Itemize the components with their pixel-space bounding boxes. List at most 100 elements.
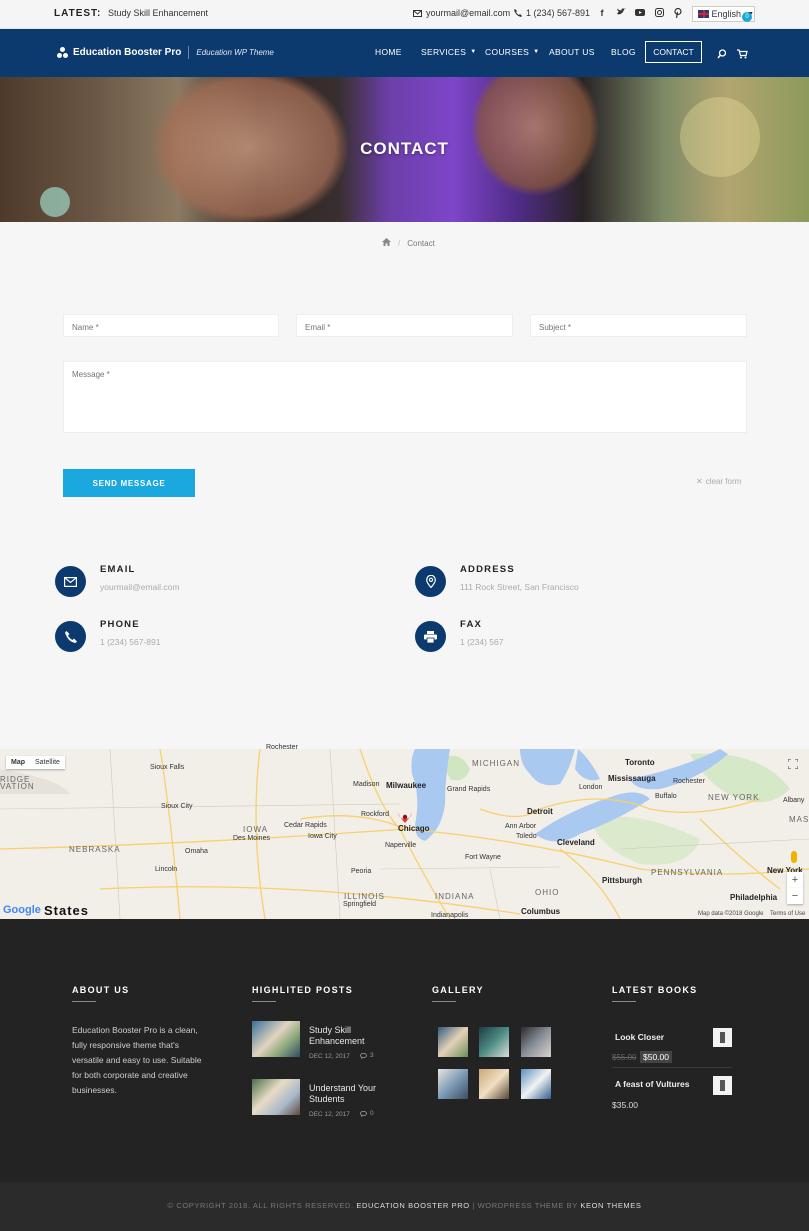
book-title-link[interactable]: Look Closer: [615, 1032, 664, 1042]
facebook-icon[interactable]: f: [597, 8, 607, 19]
footer-divider: [72, 1001, 96, 1002]
gallery-image[interactable]: [479, 1069, 509, 1099]
map-label: Madison: [353, 781, 380, 788]
email-icon: [55, 566, 86, 597]
map-label: Grand Rapids: [447, 786, 491, 793]
subject-field[interactable]: [530, 314, 747, 337]
map-label: Lincoln: [155, 866, 178, 873]
clear-form-link[interactable]: ✕ clear form: [696, 477, 741, 486]
map-label: Naperville: [385, 842, 417, 849]
message-input[interactable]: [72, 370, 738, 425]
map-label: INDIANA: [435, 892, 475, 901]
map-label: NEW YORK: [708, 793, 760, 802]
pinterest-icon[interactable]: [673, 7, 683, 19]
twitter-icon[interactable]: [616, 8, 626, 19]
post-thumbnail[interactable]: [252, 1021, 300, 1057]
nav-services-label: SERVICES: [421, 47, 467, 57]
gallery-image[interactable]: [438, 1069, 468, 1099]
gallery-image[interactable]: [438, 1027, 468, 1057]
gallery-image[interactable]: [521, 1069, 551, 1099]
site-logo[interactable]: Education Booster Pro Education WP Theme: [57, 46, 274, 59]
street-view-icon[interactable]: [791, 851, 797, 863]
send-message-button[interactable]: SEND MESSAGE: [63, 469, 195, 497]
zoom-in-button[interactable]: +: [787, 872, 803, 888]
nav-about[interactable]: ABOUT US: [549, 47, 595, 57]
brand-name: Education Booster Pro: [73, 47, 182, 58]
name-field[interactable]: [63, 314, 279, 337]
top-phone-link[interactable]: 1 (234) 567-891: [514, 8, 590, 18]
page-hero: CONTACT: [0, 77, 809, 222]
map-label: Toledo: [516, 833, 537, 840]
map-label: Columbus: [521, 907, 561, 916]
copyright-mid: | WORDPRESS THEME BY: [472, 1201, 578, 1210]
latest-label: LATEST:: [54, 8, 102, 19]
copyright-brand-link[interactable]: EDUCATION BOOSTER PRO: [356, 1201, 469, 1210]
nav-home[interactable]: HOME: [375, 47, 402, 57]
home-icon[interactable]: [382, 238, 391, 248]
subject-input[interactable]: [539, 323, 738, 332]
nav-contact[interactable]: CONTACT: [645, 41, 702, 63]
post-title-link[interactable]: Study Skill Enhancement: [309, 1025, 389, 1047]
comment-icon: [360, 1110, 367, 1117]
map-label: Rochester: [673, 778, 705, 785]
phone-title: PHONE: [100, 619, 140, 630]
map-label: VATION: [0, 782, 35, 791]
name-input[interactable]: [72, 323, 270, 332]
message-field[interactable]: [63, 361, 747, 433]
gallery-image[interactable]: [521, 1027, 551, 1057]
cart-icon[interactable]: [737, 46, 748, 64]
nav-courses[interactable]: COURSES ▼: [485, 47, 539, 57]
map-label: Springfield: [343, 901, 377, 908]
map-type-satellite-button[interactable]: Satellite: [30, 756, 65, 769]
nav-services[interactable]: SERVICES ▼: [421, 47, 476, 57]
map-label: ILLINOIS: [344, 892, 385, 901]
copyright-author-link[interactable]: KEON THEMES: [580, 1201, 641, 1210]
map-type-map-button[interactable]: Map: [6, 756, 30, 769]
map-label: Detroit: [527, 807, 553, 816]
comment-icon: [360, 1052, 367, 1059]
search-icon[interactable]: [717, 46, 727, 64]
top-email-text: yourmail@email.com: [426, 8, 511, 18]
map-label: Fort Wayne: [465, 854, 501, 861]
footer-about-title: ABOUT US: [72, 985, 130, 995]
map-label: States: [44, 903, 90, 918]
address-value: 111 Rock Street, San Francisco: [460, 582, 579, 592]
map-label: IOWA: [243, 825, 269, 834]
language-label: English: [711, 9, 742, 19]
map-label: Mississauga: [608, 774, 656, 783]
top-email-link[interactable]: yourmail@email.com: [413, 8, 510, 18]
footer-divider: [612, 1001, 636, 1002]
latest-news-link[interactable]: Study Skill Enhancement: [108, 8, 208, 18]
location-map[interactable]: [0, 749, 809, 919]
brand-tagline: Education WP Theme: [196, 48, 274, 57]
book-thumbnail[interactable]: [713, 1076, 732, 1095]
map-terms-link[interactable]: Terms of Use: [770, 911, 805, 917]
book-old-price: $55.00: [612, 1053, 637, 1062]
book-thumbnail[interactable]: [713, 1028, 732, 1047]
email-field[interactable]: [296, 314, 513, 337]
map-label: Cleveland: [557, 838, 595, 847]
post-title-link[interactable]: Understand Your Students: [309, 1083, 389, 1105]
zoom-out-button[interactable]: −: [787, 888, 803, 904]
fullscreen-icon[interactable]: [787, 756, 799, 774]
map-label: London: [579, 784, 603, 791]
book-title-link[interactable]: A feast of Vultures: [615, 1079, 689, 1089]
nav-blog[interactable]: BLOG: [611, 47, 636, 57]
phone-icon: [514, 9, 522, 17]
map-label: Ann Arbor: [505, 823, 537, 830]
map-label: PENNSYLVANIA: [651, 868, 724, 877]
map-label: Cedar Rapids: [284, 822, 327, 829]
map-label: Rochester: [266, 744, 298, 751]
instagram-icon[interactable]: [654, 8, 664, 19]
printer-icon: [415, 621, 446, 652]
logo-icon: [57, 47, 69, 58]
caret-down-icon: ▼: [470, 49, 477, 55]
post-thumbnail[interactable]: [252, 1079, 300, 1115]
email-input[interactable]: [305, 323, 504, 332]
youtube-icon[interactable]: [635, 8, 645, 19]
map-label: Chicago: [398, 824, 430, 833]
gallery-image[interactable]: [479, 1027, 509, 1057]
address-title: ADDRESS: [460, 564, 515, 575]
email-title: EMAIL: [100, 564, 136, 575]
map-label: OHIO: [535, 888, 560, 897]
